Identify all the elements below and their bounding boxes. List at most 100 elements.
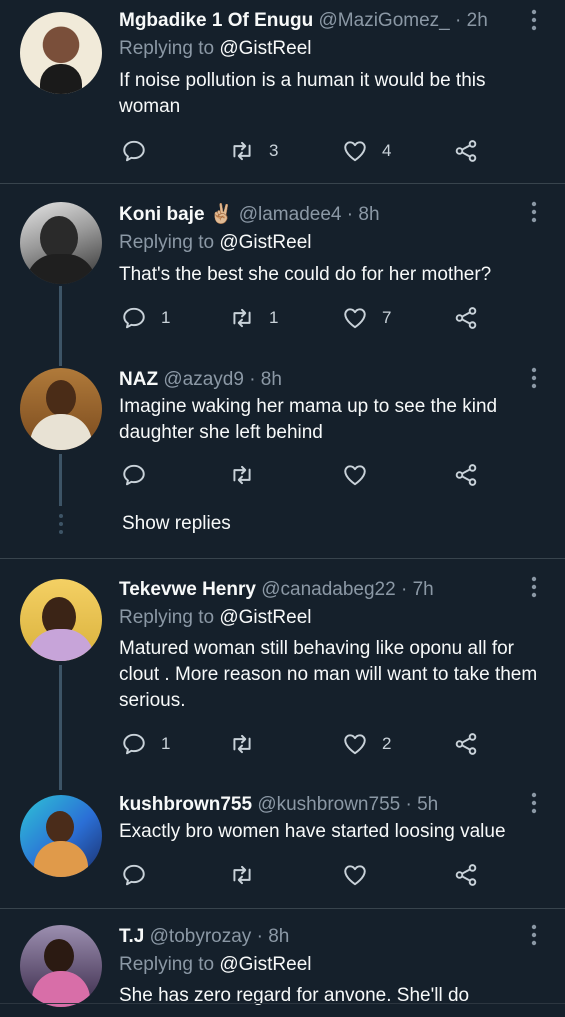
retweet-icon xyxy=(229,462,255,488)
mention-link[interactable]: @GistReel xyxy=(219,38,311,59)
tweet-text: She has zero regard for anvone. She'll d… xyxy=(119,985,470,1006)
more-options-icon[interactable] xyxy=(524,8,544,32)
share-icon xyxy=(453,138,479,164)
user-handle[interactable]: @lamadee4 xyxy=(239,204,342,225)
like-count: 7 xyxy=(382,308,392,327)
timestamp[interactable]: 8h xyxy=(358,204,379,225)
mention-link[interactable]: @GistReel xyxy=(219,954,311,975)
mention-link[interactable]: @GistReel xyxy=(219,232,311,253)
avatar[interactable] xyxy=(20,795,102,877)
timestamp[interactable]: 7h xyxy=(413,579,434,600)
display-name[interactable]: T.J xyxy=(119,926,144,947)
retweet-button[interactable] xyxy=(229,860,269,890)
separator-dot: · xyxy=(400,579,408,600)
replying-to: Replying to @GistReel xyxy=(119,37,312,61)
share-button[interactable] xyxy=(453,460,479,490)
reply-icon xyxy=(121,305,147,331)
tweet[interactable]: kushbrown755 @kushbrown755 · 5h Exactly … xyxy=(0,775,565,905)
like-icon xyxy=(342,462,368,488)
avatar[interactable] xyxy=(20,12,102,94)
tweet[interactable]: NAZ @azayd9 · 8h Imagine waking her mama… xyxy=(0,360,565,555)
share-icon xyxy=(453,305,479,331)
replying-to: Replying to @GistReel xyxy=(119,606,312,630)
retweet-button[interactable] xyxy=(229,729,269,759)
tweet-actions xyxy=(119,860,539,890)
display-name[interactable]: NAZ xyxy=(119,369,158,390)
timestamp[interactable]: 8h xyxy=(268,926,289,947)
reply-icon xyxy=(121,862,147,888)
more-options-icon[interactable] xyxy=(524,791,544,815)
like-button[interactable] xyxy=(342,460,382,490)
replying-to: Replying to @GistReel xyxy=(119,953,312,977)
more-options-icon[interactable] xyxy=(524,575,544,599)
avatar[interactable] xyxy=(20,925,102,1007)
separator-dot: · xyxy=(346,204,354,225)
tweet-actions: 3 4 xyxy=(119,136,539,166)
share-icon xyxy=(453,862,479,888)
share-button[interactable] xyxy=(453,303,479,333)
more-options-icon[interactable] xyxy=(524,366,544,390)
retweet-button[interactable] xyxy=(229,460,269,490)
user-handle[interactable]: @tobyrozay xyxy=(150,926,252,947)
replying-to-label: Replying to xyxy=(119,607,215,628)
timestamp[interactable]: 8h xyxy=(261,369,282,390)
display-name[interactable]: kushbrown755 xyxy=(119,794,252,815)
tweet-actions: 1 2 xyxy=(119,729,539,759)
retweet-icon xyxy=(229,731,255,757)
tweet-header: Tekevwe Henry @canadabeg22 · 7h xyxy=(119,578,434,602)
retweet-button[interactable]: 3 xyxy=(229,136,278,166)
reply-button[interactable]: 1 xyxy=(121,729,170,759)
reply-button[interactable] xyxy=(121,136,161,166)
share-button[interactable] xyxy=(453,729,479,759)
user-handle[interactable]: @kushbrown755 xyxy=(257,794,400,815)
user-handle[interactable]: @canadabeg22 xyxy=(261,579,395,600)
timestamp[interactable]: 5h xyxy=(417,794,438,815)
display-name[interactable]: Tekevwe Henry xyxy=(119,579,256,600)
tweet[interactable]: Koni baje ✌🏼 @lamadee4 · 8h Replying to … xyxy=(0,184,565,366)
show-replies-link[interactable]: Show replies xyxy=(122,513,231,535)
display-name[interactable]: Koni baje ✌🏼 xyxy=(119,204,233,225)
reply-button[interactable]: 1 xyxy=(121,303,170,333)
reply-button[interactable] xyxy=(121,460,161,490)
more-options-icon[interactable] xyxy=(524,200,544,224)
avatar[interactable] xyxy=(20,368,102,450)
share-button[interactable] xyxy=(453,860,479,890)
like-button[interactable]: 2 xyxy=(342,729,391,759)
avatar[interactable] xyxy=(20,579,102,661)
tweet[interactable]: Tekevwe Henry @canadabeg22 · 7h Replying… xyxy=(0,559,565,790)
replying-to: Replying to @GistReel xyxy=(119,231,312,255)
share-icon xyxy=(453,462,479,488)
tweet[interactable]: T.J @tobyrozay · 8h Replying to @GistRee… xyxy=(0,909,565,1017)
tweet-actions: 1 1 7 xyxy=(119,303,539,333)
user-handle[interactable]: @MaziGomez_ xyxy=(319,10,450,31)
share-button[interactable] xyxy=(453,136,479,166)
mention-link[interactable]: @GistReel xyxy=(219,607,311,628)
like-button[interactable]: 7 xyxy=(342,303,391,333)
reply-count: 1 xyxy=(161,734,171,753)
tweet-actions xyxy=(119,460,539,490)
thread-line xyxy=(59,454,62,506)
like-button[interactable]: 4 xyxy=(342,136,391,166)
replying-to-label: Replying to xyxy=(119,38,215,59)
tweet-text: Matured woman still behaving like oponu … xyxy=(119,638,538,711)
tweet-text: Imagine waking her mama up to see the ki… xyxy=(119,396,498,443)
avatar[interactable] xyxy=(20,202,102,284)
like-icon xyxy=(342,305,368,331)
user-handle[interactable]: @azayd9 xyxy=(163,369,244,390)
like-button[interactable] xyxy=(342,860,382,890)
retweet-button[interactable]: 1 xyxy=(229,303,278,333)
replying-to-label: Replying to xyxy=(119,954,215,975)
display-name[interactable]: Mgbadike 1 Of Enugu xyxy=(119,10,313,31)
like-count: 2 xyxy=(382,734,392,753)
reply-button[interactable] xyxy=(121,860,161,890)
separator-dot: · xyxy=(256,926,263,947)
timestamp[interactable]: 2h xyxy=(467,10,488,31)
like-count: 4 xyxy=(382,141,392,160)
tweet[interactable]: Mgbadike 1 Of Enugu @MaziGomez_ · 2h Rep… xyxy=(0,0,565,180)
separator-dot: · xyxy=(249,369,256,390)
more-options-icon[interactable] xyxy=(524,923,544,947)
separator-dot: · xyxy=(405,794,412,815)
retweet-icon xyxy=(229,138,255,164)
like-icon xyxy=(342,862,368,888)
tweet-header: Koni baje ✌🏼 @lamadee4 · 8h xyxy=(119,203,380,227)
